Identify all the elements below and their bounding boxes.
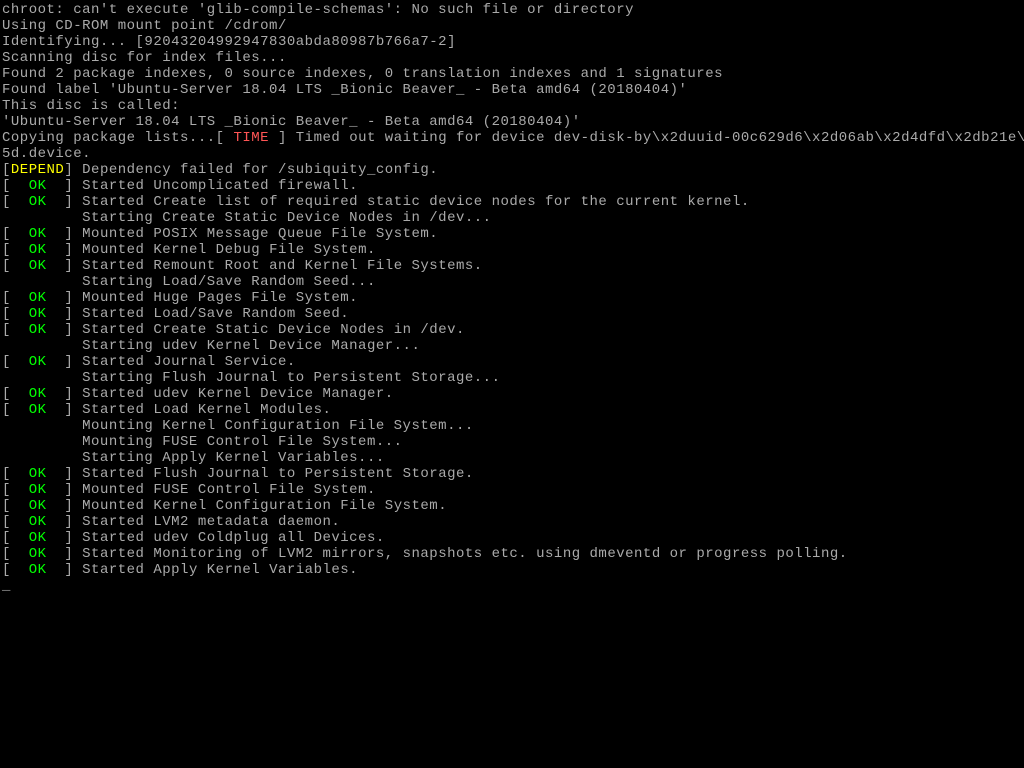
boot-log-line: 'Ubuntu-Server 18.04 LTS _Bionic Beaver_…	[2, 114, 1022, 130]
boot-log-line: [ OK ] Started Uncomplicated firewall.	[2, 178, 1022, 194]
boot-log-line: Identifying... [92043204992947830abda809…	[2, 34, 1022, 50]
boot-log-line: Mounting Kernel Configuration File Syste…	[2, 418, 1022, 434]
status-ok-tag: OK	[11, 258, 64, 274]
boot-log-line: [ OK ] Started Journal Service.	[2, 354, 1022, 370]
cursor-line: _	[2, 578, 1022, 594]
boot-log-line: Found label 'Ubuntu-Server 18.04 LTS _Bi…	[2, 82, 1022, 98]
boot-log-line: Mounting FUSE Control File System...	[2, 434, 1022, 450]
boot-log-line: [ OK ] Started Create list of required s…	[2, 194, 1022, 210]
boot-log-line: [ OK ] Started Load/Save Random Seed.	[2, 306, 1022, 322]
status-ok-tag: OK	[11, 194, 64, 210]
status-ok-tag: OK	[11, 562, 64, 578]
status-ok-tag: OK	[11, 306, 64, 322]
boot-log-line: [ OK ] Started Apply Kernel Variables.	[2, 562, 1022, 578]
boot-log-line: [ OK ] Started Flush Journal to Persiste…	[2, 466, 1022, 482]
status-ok-tag: OK	[11, 242, 64, 258]
boot-log-line: Scanning disc for index files...	[2, 50, 1022, 66]
boot-log-line: Starting Load/Save Random Seed...	[2, 274, 1022, 290]
boot-log-line: [ OK ] Started udev Kernel Device Manage…	[2, 386, 1022, 402]
boot-log-line: Starting Create Static Device Nodes in /…	[2, 210, 1022, 226]
boot-log-line: [ OK ] Mounted POSIX Message Queue File …	[2, 226, 1022, 242]
boot-log-line: [ OK ] Mounted FUSE Control File System.	[2, 482, 1022, 498]
boot-log-line: Starting udev Kernel Device Manager...	[2, 338, 1022, 354]
boot-log-line: Starting Flush Journal to Persistent Sto…	[2, 370, 1022, 386]
status-ok-tag: OK	[11, 482, 64, 498]
status-ok-tag: OK	[11, 466, 64, 482]
status-ok-tag: OK	[11, 386, 64, 402]
boot-log-line: [ OK ] Started Create Static Device Node…	[2, 322, 1022, 338]
boot-log-line: Copying package lists...[ TIME ] Timed o…	[2, 130, 1022, 146]
status-ok-tag: OK	[11, 178, 64, 194]
status-ok-tag: OK	[11, 290, 64, 306]
boot-log-line: [ OK ] Started Load Kernel Modules.	[2, 402, 1022, 418]
status-ok-tag: OK	[11, 322, 64, 338]
boot-log-line: [ OK ] Started Remount Root and Kernel F…	[2, 258, 1022, 274]
status-ok-tag: OK	[11, 546, 64, 562]
boot-log-line: This disc is called:	[2, 98, 1022, 114]
boot-log-line: [DEPEND] Dependency failed for /subiquit…	[2, 162, 1022, 178]
boot-log-line: 5d.device.	[2, 146, 1022, 162]
boot-log-line: Starting Apply Kernel Variables...	[2, 450, 1022, 466]
boot-log-line: [ OK ] Mounted Kernel Debug File System.	[2, 242, 1022, 258]
boot-log-line: [ OK ] Mounted Kernel Configuration File…	[2, 498, 1022, 514]
status-ok-tag: OK	[11, 226, 64, 242]
boot-log-line: [ OK ] Started LVM2 metadata daemon.	[2, 514, 1022, 530]
boot-log-line: Found 2 package indexes, 0 source indexe…	[2, 66, 1022, 82]
status-depend-tag: DEPEND	[11, 162, 64, 178]
status-ok-tag: OK	[11, 530, 64, 546]
status-ok-tag: OK	[11, 498, 64, 514]
terminal-output: chroot: can't execute 'glib-compile-sche…	[0, 0, 1024, 596]
status-ok-tag: OK	[11, 514, 64, 530]
status-ok-tag: OK	[11, 354, 64, 370]
boot-log-line: [ OK ] Started udev Coldplug all Devices…	[2, 530, 1022, 546]
status-time-tag: TIME	[225, 130, 278, 146]
boot-log-line: [ OK ] Started Monitoring of LVM2 mirror…	[2, 546, 1022, 562]
boot-log-line: [ OK ] Mounted Huge Pages File System.	[2, 290, 1022, 306]
boot-log-line: chroot: can't execute 'glib-compile-sche…	[2, 2, 1022, 18]
status-ok-tag: OK	[11, 402, 64, 418]
boot-log-line: Using CD-ROM mount point /cdrom/	[2, 18, 1022, 34]
terminal-cursor: _	[2, 578, 11, 594]
